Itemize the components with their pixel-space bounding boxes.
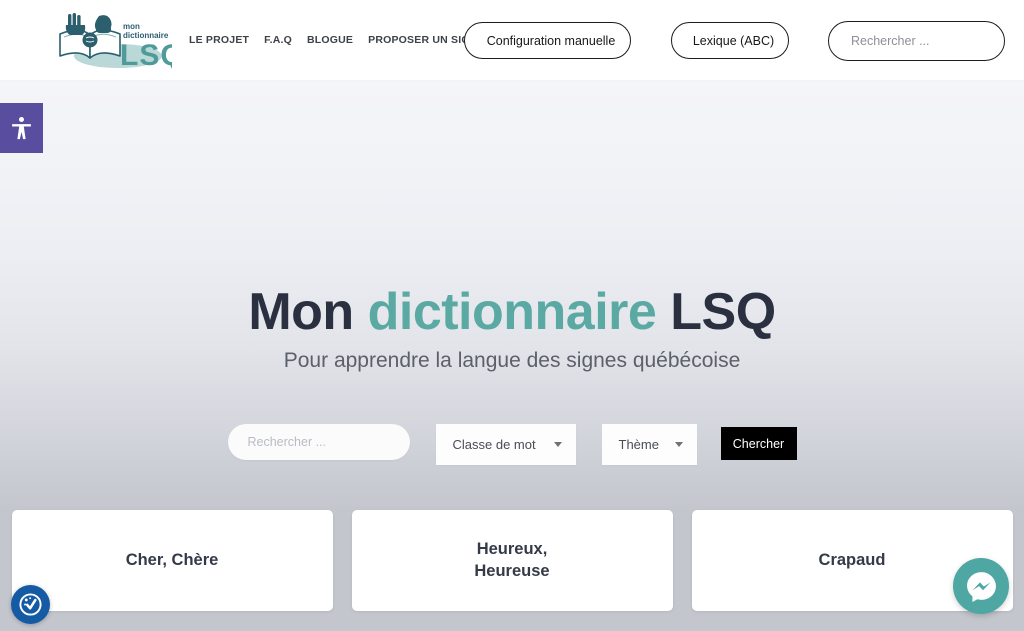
nav-link-faq[interactable]: F.A.Q xyxy=(264,34,292,46)
hero-section: Mon dictionnaire LSQ Pour apprendre la l… xyxy=(0,81,1024,510)
theme-select[interactable]: Thème xyxy=(601,424,697,465)
accessibility-widget-button[interactable] xyxy=(0,103,43,153)
svg-text:mon: mon xyxy=(123,22,140,31)
word-card[interactable]: Heureux, Heureuse xyxy=(351,510,673,611)
word-class-select-label: Classe de mot xyxy=(452,437,536,452)
chevron-down-icon xyxy=(553,442,562,447)
page-title-part2: LSQ xyxy=(656,283,776,341)
messenger-chat-button[interactable] xyxy=(953,558,1009,614)
word-class-select[interactable]: Classe de mot xyxy=(435,424,576,465)
lexique-abc-button[interactable]: Lexique (ABC) xyxy=(671,22,789,59)
logo-icon: mon dictionnaire LSQ xyxy=(59,13,184,72)
page-root: mon dictionnaire LSQ LE PROJET F.A.Q BLO… xyxy=(0,0,1024,631)
chevron-down-icon xyxy=(674,442,683,447)
page-subtitle: Pour apprendre la langue des signes québ… xyxy=(283,349,741,372)
site-header: mon dictionnaire LSQ LE PROJET F.A.Q BLO… xyxy=(0,0,1024,81)
main-nav: LE PROJET F.A.Q BLOGUE PROPOSER UN SIGNE xyxy=(189,34,485,46)
search-form: Classe de mot Thème Chercher xyxy=(0,416,1024,465)
lexique-abc-label: Lexique (ABC) xyxy=(692,33,775,48)
word-card[interactable]: Cher, Chère xyxy=(11,510,333,611)
cookie-check-icon xyxy=(19,593,42,616)
search-input[interactable] xyxy=(227,424,410,460)
page-title-part1: Mon xyxy=(248,283,368,341)
nav-link-le-projet[interactable]: LE PROJET xyxy=(189,34,249,46)
nav-link-blogue[interactable]: BLOGUE xyxy=(307,34,353,46)
site-logo[interactable]: mon dictionnaire LSQ xyxy=(52,12,184,72)
configuration-manuelle-label: Configuration manuelle xyxy=(486,33,616,48)
word-card-title: Cher, Chère xyxy=(125,550,219,569)
theme-select-label: Thème xyxy=(618,437,659,452)
svg-text:LSQ: LSQ xyxy=(120,39,172,70)
page-title: Mon dictionnaire LSQ xyxy=(0,283,1024,341)
cookie-consent-button[interactable] xyxy=(11,585,50,624)
header-search[interactable] xyxy=(828,21,1012,61)
header-search-input[interactable] xyxy=(851,34,1012,48)
search-submit-button[interactable]: Chercher xyxy=(720,427,797,460)
page-title-accent: dictionnaire xyxy=(367,283,657,341)
accessibility-icon xyxy=(12,116,31,139)
messenger-icon xyxy=(966,571,996,602)
word-card-title: Crapaud xyxy=(818,550,886,569)
word-card-title: Heureux, Heureuse xyxy=(474,540,550,580)
word-cards-row: Cher, Chère Heureux, Heureuse Crapaud xyxy=(0,510,1024,631)
configuration-manuelle-button[interactable]: Configuration manuelle xyxy=(464,22,631,59)
